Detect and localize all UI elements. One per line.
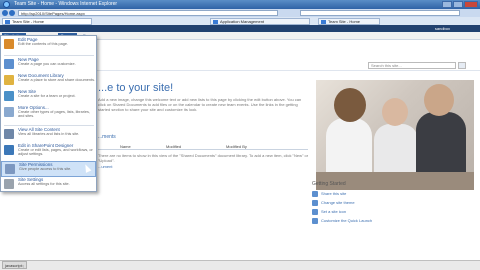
status-bar: javascript:; (0, 260, 480, 270)
site-search-input[interactable]: Search this site... (368, 62, 456, 69)
new-site-icon (4, 91, 14, 101)
sharepoint-designer-icon (4, 145, 14, 155)
permissions-icon (5, 164, 15, 174)
column-modified[interactable]: Modified (166, 144, 181, 149)
menu-item-site-settings[interactable]: Site Settings Access all settings for th… (1, 177, 96, 193)
theme-icon (312, 200, 318, 206)
documents-header: Name Modified Modified By (98, 144, 308, 150)
image-icon (312, 209, 318, 215)
window-title: Team Site - Home - Windows Internet Expl… (14, 1, 118, 7)
browser-icon (3, 1, 10, 8)
menu-separator (4, 125, 94, 126)
welcome-heading: ...e to your site! (98, 82, 174, 94)
menu-item-view-all-site-content[interactable]: View All Site Content View all libraries… (1, 127, 96, 143)
photo-person-head (382, 98, 408, 126)
column-name[interactable]: Name (120, 144, 131, 149)
column-modified-by[interactable]: Modified By (226, 144, 247, 149)
window-controls (442, 1, 478, 8)
menu-item-new-page[interactable]: New Page Create a page you can customize… (1, 57, 96, 73)
photo-person-head (334, 88, 366, 122)
share-icon (312, 191, 318, 197)
menu-item-new-site[interactable]: New Site Create a site for a team or pro… (1, 89, 96, 105)
menu-item-edit-in-designer[interactable]: Edit in SharePoint Designer Create or ed… (1, 143, 96, 159)
edit-page-icon (4, 39, 14, 49)
menu-item-new-document-library[interactable]: New Document Library Create a place to s… (1, 73, 96, 89)
documents-empty-message: There are no items to show in this view … (98, 153, 309, 163)
menu-item-edit-page[interactable]: Edit Page Edit the contents of this page… (1, 37, 96, 53)
user-menu[interactable]: sandbox (435, 25, 450, 32)
url-field[interactable]: http://sp2010/SitePages/Home.aspx (18, 10, 278, 16)
menu-separator (4, 55, 94, 56)
sharepoint-icon (5, 20, 10, 24)
menu-item-more-options[interactable]: More Options... Create other types of pa… (1, 105, 96, 121)
tab-team-site[interactable]: Team Site - Home (2, 18, 92, 25)
search-icon[interactable] (458, 62, 466, 69)
site-settings-icon (4, 179, 14, 189)
document-library-icon (4, 75, 14, 85)
sharepoint-icon (213, 20, 218, 24)
add-document-link[interactable]: ...ument (98, 164, 112, 169)
settings-icon (312, 218, 318, 224)
maximize-button[interactable] (453, 1, 463, 8)
photo-person-head (424, 84, 454, 116)
menu-item-site-permissions[interactable]: Site Permissions Give people access to t… (1, 161, 96, 177)
quick-launch-link[interactable]: Customize the Quick Launch (312, 217, 372, 226)
address-bar: http://sp2010/SitePages/Home.aspx (0, 9, 480, 17)
sharepoint-icon (321, 20, 326, 24)
window-title-bar: Team Site - Home - Windows Internet Expl… (0, 0, 480, 9)
browser-search-field[interactable] (300, 10, 460, 16)
tab-application-management[interactable]: Application Management (210, 18, 310, 25)
tab-team-site-2[interactable]: Team Site - Home (318, 18, 380, 25)
share-site-link[interactable]: Share this site (312, 190, 372, 199)
getting-started-list: Share this site Change site theme Set a … (312, 190, 372, 226)
tab-bar: Team Site - Home Application Management … (0, 17, 480, 25)
shared-documents-title[interactable]: ...ments (98, 134, 116, 140)
status-text: javascript:; (2, 261, 28, 269)
back-icon[interactable] (2, 10, 8, 16)
change-theme-link[interactable]: Change site theme (312, 199, 372, 208)
site-icon-link[interactable]: Set a site icon (312, 208, 372, 217)
forward-icon[interactable] (9, 10, 15, 16)
new-page-icon (4, 59, 14, 69)
site-content-icon (4, 129, 14, 139)
welcome-text: Add a new image, change this welcome tex… (98, 97, 302, 112)
minimize-button[interactable] (442, 1, 452, 8)
sharepoint-top-bar: sandbox (0, 25, 480, 32)
team-photo (316, 80, 474, 190)
more-options-icon (4, 107, 14, 117)
site-actions-menu: Edit Page Edit the contents of this page… (0, 35, 97, 192)
getting-started-title: Getting Started (312, 181, 346, 187)
close-button[interactable] (464, 1, 478, 8)
